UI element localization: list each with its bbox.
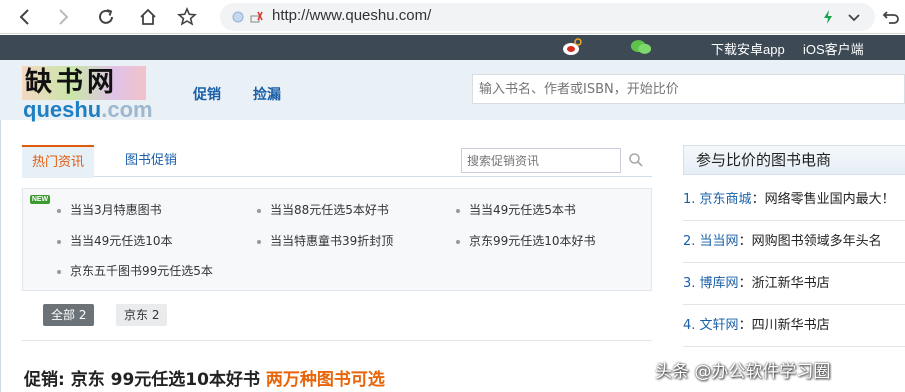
list-item: 4. 文轩网：四川新华书店 [683,305,905,347]
left-border [0,120,1,392]
store-sidebar: 参与比价的图书电商 1. 京东商城：网络零售业国内最大！ 2. 当当网：网购图书… [683,145,905,392]
reload-button[interactable] [92,3,120,31]
home-button[interactable] [134,3,162,31]
news-link[interactable]: 当当49元任选10本 [70,234,173,248]
ios-client-link[interactable]: iOS客户端 [803,39,864,58]
list-item[interactable]: 当当88元任选5本好书 [257,201,389,218]
news-link[interactable]: 当当3月特惠图书 [70,203,162,217]
address-bar[interactable]: http://www.queshu.com/ [220,3,875,31]
bookmark-button[interactable] [173,3,201,31]
sidebar-title: 参与比价的图书电商 [683,145,905,175]
store-link[interactable]: 文轩网 [700,318,739,333]
news-link[interactable]: 当当88元任选5本好书 [270,203,389,217]
bullet-icon [257,239,261,244]
panel-tabs: 热门资讯 图书促销 [22,145,652,178]
browser-toolbar: http://www.queshu.com/ [0,0,905,34]
news-panel: 热门资讯 图书促销 NEW 当当3月特惠图书 当当88元任选5本好书 当当49元… [22,145,652,343]
site-topbar: 下载安卓app iOS客户端 [0,35,905,60]
bullet-icon [456,239,460,244]
promo-title[interactable]: 促销: 京东 99元任选10本好书 两万种图书可选 [24,365,385,390]
bullet-icon [57,208,61,213]
wechat-icon[interactable] [630,37,652,57]
filter-row: 全部 2 京东 2 [22,291,652,341]
store-desc: ：浙江新华书店 [738,276,830,291]
news-link[interactable]: 当当49元任选5本书 [469,203,576,217]
search-icon[interactable] [628,152,644,168]
promo-title-highlight[interactable]: 两万种图书可选 [266,370,385,390]
list-item[interactable]: 当当49元任选10本 [57,232,173,249]
site-header: 缺书网 queshu.com 促销 捡漏 [0,60,905,122]
bullet-icon [456,208,460,213]
site-logo[interactable]: 缺书网 queshu.com [22,66,153,122]
watermark: 头条 @办公软件学习圈 [655,362,831,382]
forward-button[interactable] [49,3,77,31]
list-item: 2. 当当网：网购图书领域多年头名 [683,221,905,263]
nav-bargains[interactable]: 捡漏 [253,84,281,104]
bullet-icon [57,239,61,244]
news-link[interactable]: 京东五千图书99元任选5本 [70,264,213,278]
list-item[interactable]: 京东99元任选10本好书 [456,232,596,249]
logo-en-suffix: .com [101,97,153,122]
main-search-box[interactable] [472,74,905,104]
list-item[interactable]: 京东五千图书99元任选5本 [57,262,213,279]
list-item: 3. 博库网：浙江新华书店 [683,263,905,305]
tab-hot-news[interactable]: 热门资讯 [22,145,95,178]
nav-promotions[interactable]: 促销 [193,84,221,104]
bullet-icon [57,269,61,274]
site-info-icon[interactable] [230,9,246,25]
store-desc: ：网购图书领域多年头名 [738,234,882,249]
store-link[interactable]: 博库网 [700,276,739,291]
store-number: 3. [683,276,696,291]
main-search-input[interactable] [473,75,904,103]
promo-search-input[interactable] [462,149,620,172]
new-badge: NEW [30,195,50,204]
back-arrow-icon [19,9,29,25]
bullet-icon [257,208,261,213]
back-button[interactable] [11,3,39,31]
android-app-link[interactable]: 下载安卓app [711,39,785,58]
home-icon [140,8,156,25]
store-number: 4. [683,318,696,333]
forward-arrow-icon [59,9,69,25]
store-number: 1. [683,192,696,207]
list-item: 1. 京东商城：网络零售业国内最大！ [683,179,905,221]
undo-button[interactable] [877,3,905,31]
logo-en-main: queshu [23,97,102,122]
news-list: NEW 当当3月特惠图书 当当88元任选5本好书 当当49元任选5本书 当当49… [22,188,652,291]
list-item[interactable]: 当当49元任选5本书 [456,201,576,218]
filter-jd[interactable]: 京东 2 [116,304,168,326]
list-item[interactable]: 当当3月特惠图书 [57,201,162,218]
lightning-icon[interactable] [820,9,836,25]
url-text[interactable]: http://www.queshu.com/ [272,7,431,24]
chevron-down-icon[interactable] [846,9,862,25]
store-number: 2. [683,234,696,249]
promo-title-main[interactable]: 促销: 京东 99元任选10本好书 [24,370,260,390]
store-link[interactable]: 当当网 [700,234,739,249]
reload-icon [99,9,113,24]
list-item[interactable]: 当当特惠童书39折封顶 [257,232,393,249]
promo-search-box[interactable] [461,148,621,173]
store-desc: ：四川新华书店 [738,318,830,333]
weibo-icon[interactable] [561,37,583,57]
undo-icon [882,11,899,24]
insecure-icon[interactable] [248,9,264,25]
logo-chinese: 缺书网 [22,66,146,100]
news-link[interactable]: 当当特惠童书39折封顶 [270,234,393,248]
store-desc: ：网络零售业国内最大！ [751,192,895,207]
news-link[interactable]: 京东99元任选10本好书 [469,234,596,248]
logo-english: queshu.com [23,97,153,123]
tab-book-promotions[interactable]: 图书促销 [115,145,187,177]
store-link[interactable]: 京东商城 [700,192,752,207]
star-icon [177,7,197,26]
filter-all[interactable]: 全部 2 [43,304,95,326]
